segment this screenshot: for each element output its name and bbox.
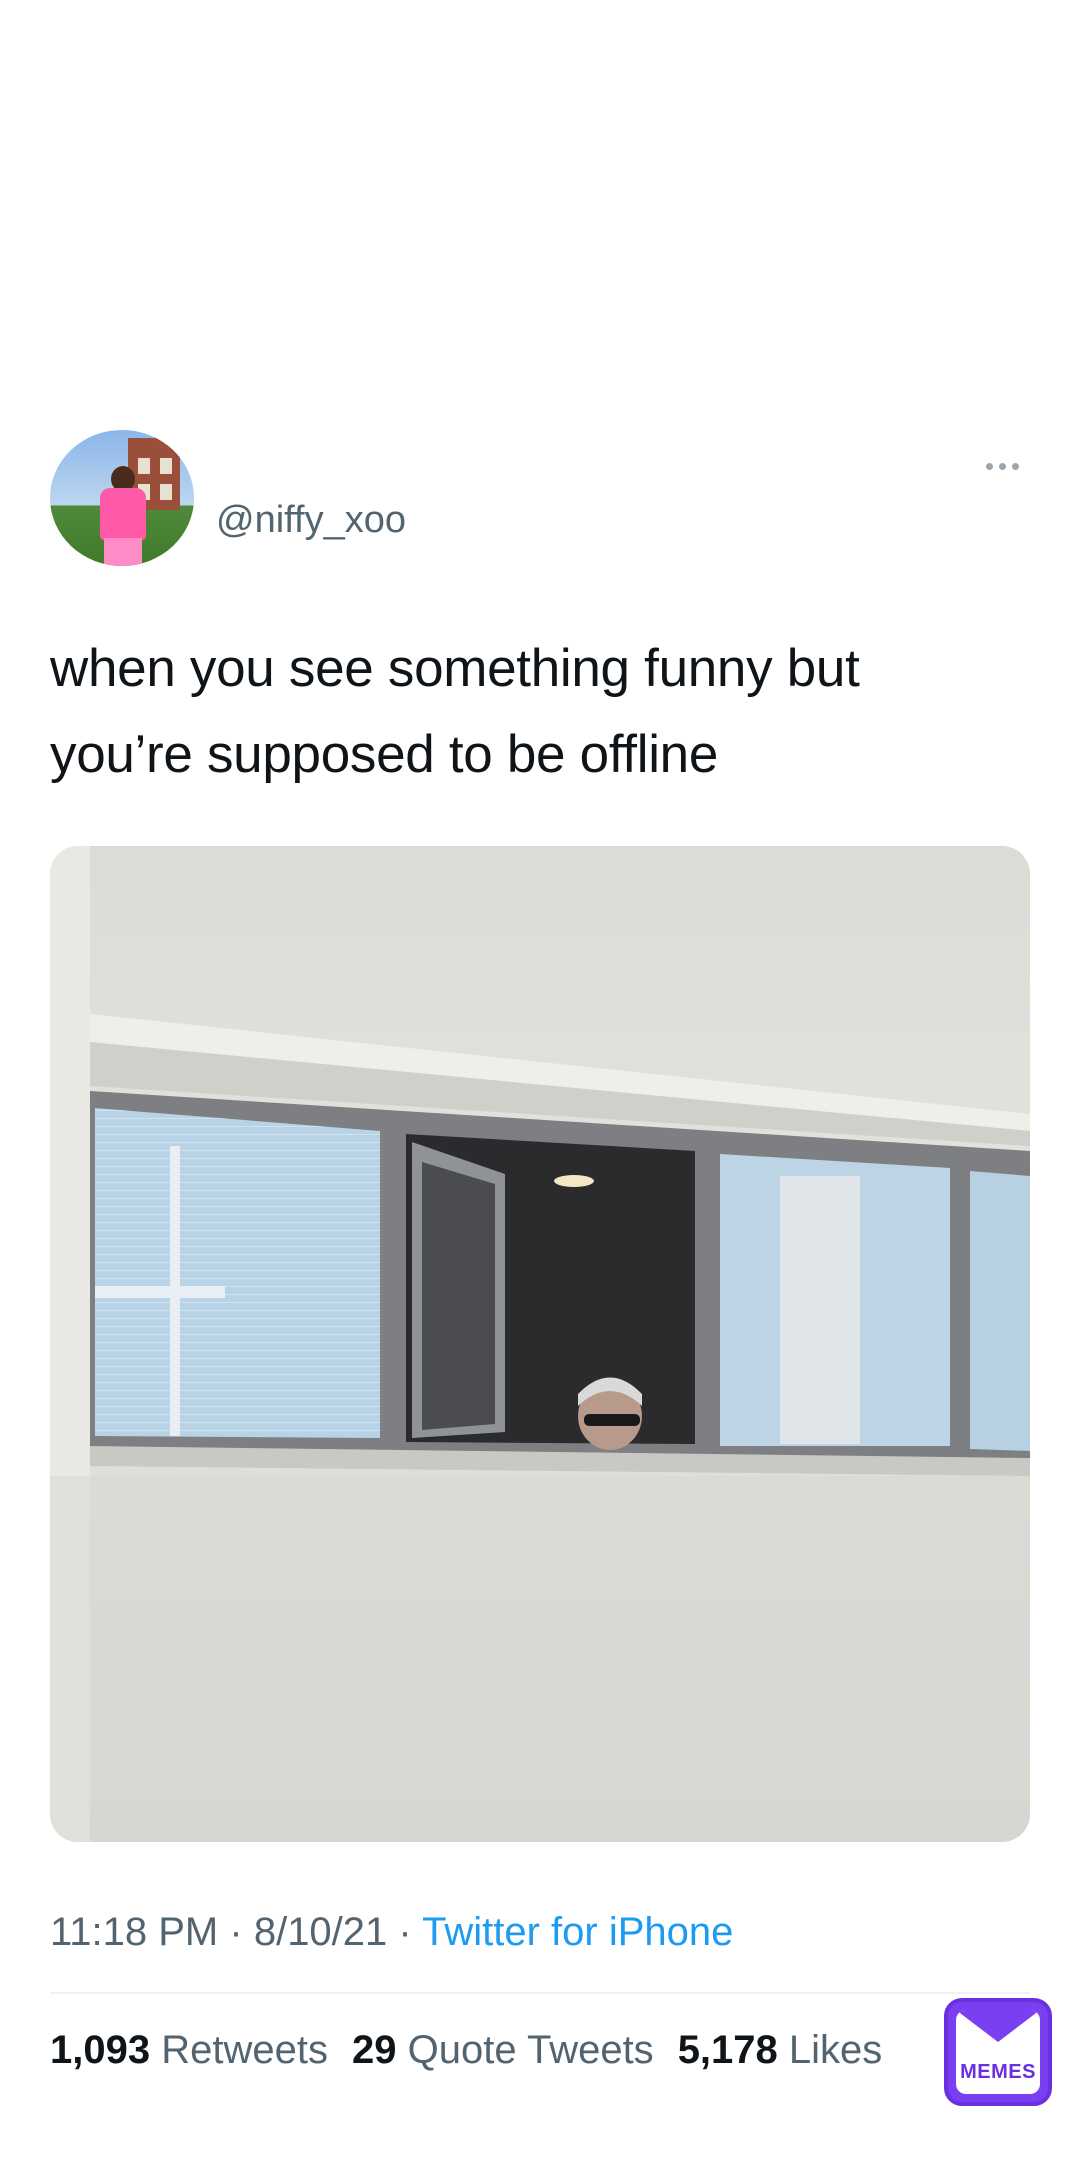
quotes-label: Quote Tweets [407,2028,654,2072]
likes-stat[interactable]: 5,178 Likes [678,2024,883,2076]
avatar-person [100,488,146,540]
meta-separator: · [398,1910,412,1954]
tweet-source-link[interactable]: Twitter for iPhone [422,1910,733,1954]
tweet-date: 8/10/21 [253,1910,388,1954]
meta-separator: · [229,1910,243,1954]
tweet-stats: 1,093 Retweets 29 Quote Tweets 5,178 Lik… [50,2024,882,2076]
more-dot [986,462,993,470]
divider [50,1992,1030,1994]
likes-count: 5,178 [677,2028,778,2072]
quotes-count: 29 [351,2028,397,2072]
avatar[interactable] [50,430,194,566]
memes-watermark: MEMES [944,1998,1052,2106]
avatar-legs [104,538,142,566]
retweets-label: Retweets [161,2028,328,2072]
user-handle[interactable]: @niffy_xoo [216,498,406,542]
memes-watermark-inner: MEMES [956,2010,1040,2094]
likes-label: Likes [788,2028,883,2072]
retweets-stat[interactable]: 1,093 Retweets [50,2024,328,2076]
tweet-text-line: you’re supposed to be offline [50,725,719,784]
memes-label: MEMES [960,2061,1036,2083]
more-dot [999,462,1006,470]
more-dot [1012,462,1019,470]
envelope-icon [956,2010,1040,2042]
retweets-count: 1,093 [50,2028,151,2072]
tweet-photo[interactable] [50,846,1030,1842]
quotes-stat[interactable]: 29 Quote Tweets [352,2024,654,2076]
tweet-text-line: when you see something funny but [50,639,860,698]
more-horizontal-icon[interactable] [986,458,1026,474]
tweet-time: 11:18 PM [50,1910,219,1954]
tweet-text: when you see something funny but you’re … [50,626,1010,798]
tweet-meta: 11:18 PM · 8/10/21 · Twitter for iPhone [50,1906,733,1958]
tweet-photo-illustration [50,846,1030,1842]
